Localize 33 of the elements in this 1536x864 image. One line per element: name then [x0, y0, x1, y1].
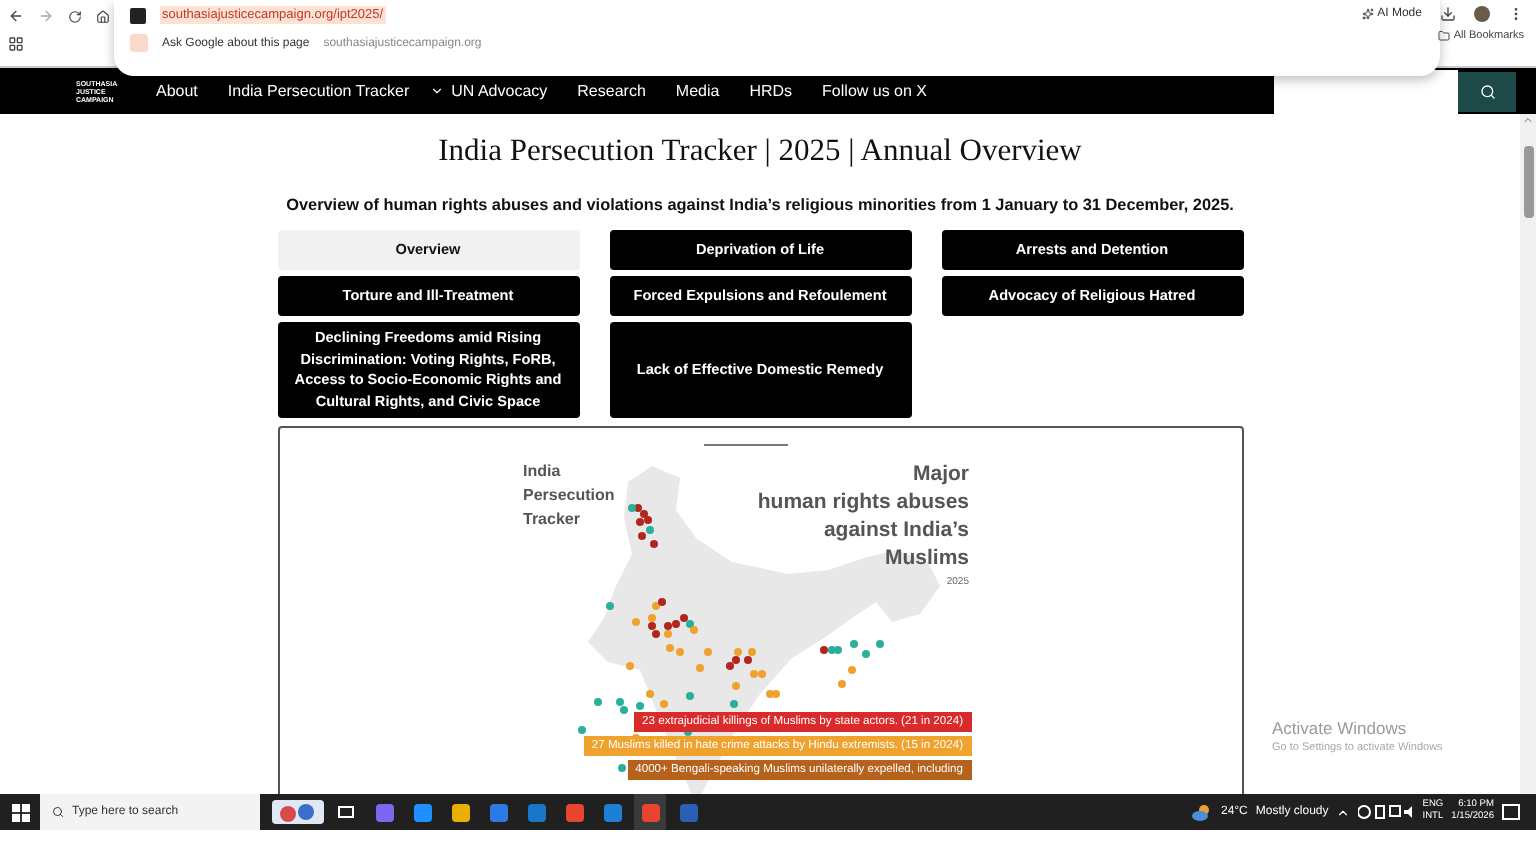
assistant-icon: [130, 34, 148, 52]
caret-icon: [429, 84, 444, 98]
folder-icon: [1437, 30, 1450, 42]
search-highlight-icon[interactable]: [272, 800, 324, 824]
sparkle-icon: [1361, 8, 1374, 20]
search-button[interactable]: [1458, 71, 1516, 111]
favicon-icon: [130, 7, 146, 23]
page-title: India Persecution Tracker | 2025 | Annual Overview: [438, 134, 1082, 170]
nav-link[interactable]: UN Advocacy: [451, 82, 548, 100]
search-icon: [52, 806, 64, 818]
tray-caret-icon[interactable]: [1336, 805, 1351, 819]
tray-icons-drawing[interactable]: [1358, 804, 1415, 820]
back-icon[interactable]: [8, 8, 24, 24]
home-icon[interactable]: [96, 9, 110, 23]
nav-link[interactable]: India Persecution Tracker: [227, 82, 444, 100]
infographic-heading: Major human rights abuses against India’s Muslims: [757, 460, 969, 573]
search-icon: [1479, 83, 1495, 99]
avatar-icon[interactable]: [1474, 6, 1490, 22]
page-subtitle: Overview of human rights abuses and violations against India’s religious minorities from 1 January to 31 December, 2025.: [286, 196, 1234, 214]
nav-link[interactable]: Research: [577, 82, 646, 100]
weather-icon[interactable]: [1192, 803, 1213, 821]
notification-icon[interactable]: [1502, 803, 1520, 821]
reload-icon[interactable]: [68, 9, 82, 23]
nav-link[interactable]: About: [156, 82, 198, 100]
download-icon[interactable]: [1440, 6, 1456, 22]
windows-start-icon[interactable]: [11, 803, 29, 821]
nav-link[interactable]: Follow us on X: [822, 82, 928, 100]
activation-title: Activate Windows: [1272, 718, 1409, 738]
infographic-title: India Persecution Tracker: [523, 460, 615, 533]
nav-link[interactable]: Media: [675, 82, 720, 100]
scrollbar[interactable]: [1520, 114, 1536, 794]
apps-icon[interactable]: [8, 36, 24, 52]
nav-link[interactable]: HRDs: [749, 82, 793, 100]
